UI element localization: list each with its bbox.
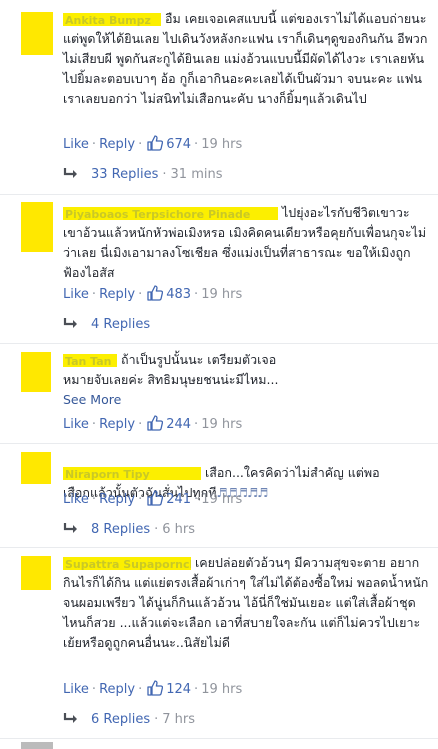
timestamp[interactable]: 19 hrs — [201, 417, 242, 432]
avatar[interactable] — [21, 352, 51, 392]
comment-actions: Like · Reply · 244 · 19 hrs — [63, 415, 242, 435]
thumbs-up-icon — [147, 285, 164, 308]
like-button[interactable]: Like — [63, 417, 89, 432]
timestamp[interactable]: 19 hrs — [201, 682, 242, 697]
replies-count[interactable]: 4 Replies — [91, 317, 150, 332]
like-button[interactable]: Like — [63, 287, 89, 302]
commenter-name[interactable]: Piyaboaos Terpsichore Pinade — [63, 207, 278, 220]
timestamp[interactable]: 19 hrs — [201, 287, 242, 302]
comment-body: Piyaboaos Terpsichore Pinade ไปยุ่งอะไรกั… — [63, 203, 433, 283]
see-more-link[interactable]: See More — [63, 392, 121, 407]
divider — [0, 443, 438, 444]
comment-body: Ankita Bumpz อืม เคยเจอเคสแบบนี้ แต่ของเร… — [63, 9, 433, 109]
comment-actions: Like · Reply · 241 · 19 hrs — [63, 490, 242, 510]
reply-button[interactable]: Reply — [99, 137, 135, 152]
comment-actions: Like · Reply · 124 · 19 hrs — [63, 680, 242, 700]
reply-arrow-icon — [63, 317, 79, 338]
view-replies[interactable]: 8 Replies · 6 hrs — [63, 520, 195, 540]
avatar[interactable] — [21, 452, 51, 484]
timestamp[interactable]: 19 hrs — [201, 137, 242, 152]
thumbs-up-icon — [147, 680, 164, 703]
reply-button[interactable]: Reply — [99, 287, 135, 302]
avatar[interactable] — [21, 742, 53, 749]
like-button[interactable]: Like — [63, 137, 89, 152]
reply-button[interactable]: Reply — [99, 417, 135, 432]
comment-body: Tan Tan ถ้าเป็นรูปนั้นนะ เตรียมตัวเจอหมาย… — [63, 350, 293, 410]
divider — [0, 547, 438, 548]
comment-actions: Like · Reply · 674 · 19 hrs — [63, 135, 242, 155]
like-count[interactable]: 674 — [166, 137, 191, 152]
divider — [0, 738, 438, 739]
commenter-name[interactable]: Tan Tan — [63, 354, 117, 367]
replies-time: 31 mins — [170, 167, 223, 182]
avatar[interactable] — [21, 12, 53, 55]
thumbs-up-icon — [147, 415, 164, 438]
like-count[interactable]: 124 — [166, 682, 191, 697]
replies-time: 7 hrs — [162, 712, 196, 727]
replies-count[interactable]: 6 Replies — [91, 712, 150, 727]
reply-button[interactable]: Reply — [99, 682, 135, 697]
thumbs-up-icon — [147, 490, 164, 513]
view-replies[interactable]: 6 Replies · 7 hrs — [63, 710, 195, 730]
replies-count[interactable]: 8 Replies — [91, 522, 150, 537]
reply-arrow-icon — [63, 522, 79, 543]
divider — [0, 343, 438, 344]
replies-count[interactable]: 33 Replies — [91, 167, 158, 182]
avatar[interactable] — [21, 202, 53, 252]
like-button[interactable]: Like — [63, 492, 89, 507]
thumbs-up-icon — [147, 135, 164, 158]
commenter-name[interactable]: Niraporn Tipy — [63, 467, 201, 480]
timestamp[interactable]: 19 hrs — [201, 492, 242, 507]
view-replies[interactable]: 33 Replies · 31 mins — [63, 165, 222, 185]
like-count[interactable]: 241 — [166, 492, 191, 507]
divider — [0, 194, 438, 195]
replies-time: 6 hrs — [162, 522, 196, 537]
reply-button[interactable]: Reply — [99, 492, 135, 507]
avatar[interactable] — [21, 556, 51, 590]
commenter-name[interactable]: Ankita Bumpz — [63, 13, 161, 26]
view-replies[interactable]: 4 Replies — [63, 315, 150, 335]
comment-actions: Like · Reply · 483 · 19 hrs — [63, 285, 242, 305]
like-button[interactable]: Like — [63, 682, 89, 697]
reply-arrow-icon — [63, 712, 79, 733]
reply-arrow-icon — [63, 167, 79, 188]
comment-body: Supattra Supapornchaiเคยปล่อยตัวอ้วนๆ มี… — [63, 553, 433, 653]
like-count[interactable]: 483 — [166, 287, 191, 302]
commenter-name[interactable]: Supattra Supapornchai — [63, 557, 191, 570]
like-count[interactable]: 244 — [166, 417, 191, 432]
